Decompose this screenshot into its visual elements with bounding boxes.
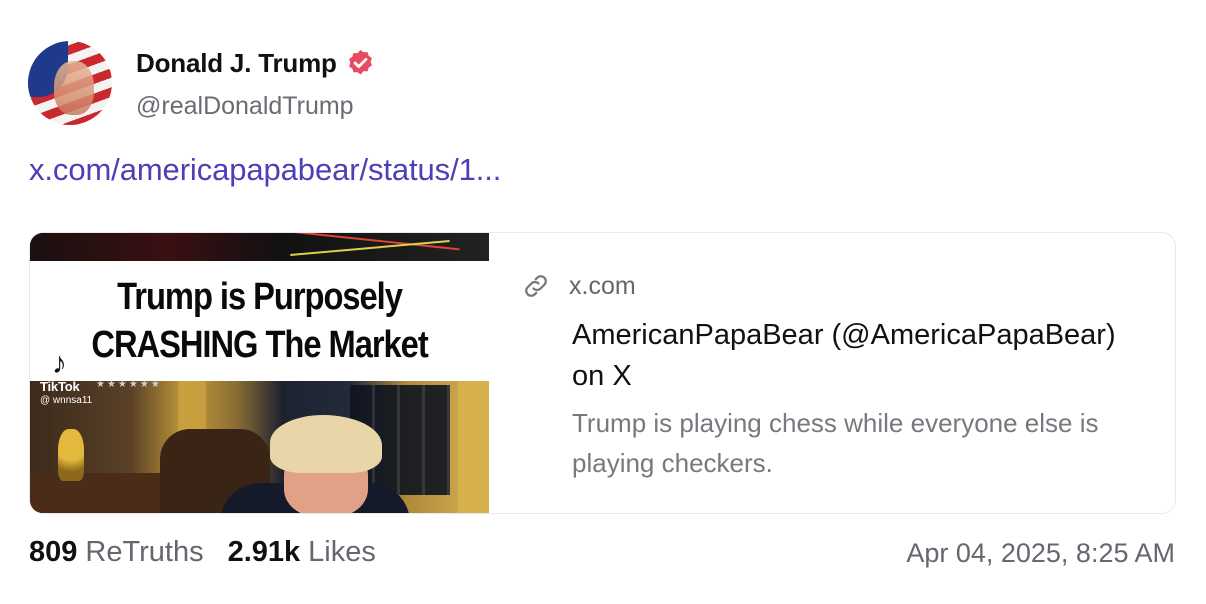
link-preview-title[interactable]: AmericanPapaBear (@AmericaPapaBear) on X: [572, 315, 1132, 397]
tiktok-logo-icon: ♪: [52, 347, 67, 380]
thumbnail-desk: [30, 473, 170, 513]
thumbnail-trophy: [58, 429, 84, 481]
retruths-count: 809: [29, 536, 78, 568]
tiktok-watermark-user: @ wnnsa11: [40, 395, 93, 406]
post-link[interactable]: x.com/americapapabear/status/1...: [29, 152, 501, 188]
thumbnail-headline-line1: Trump is Purposely: [117, 276, 403, 318]
link-preview-thumbnail[interactable]: Trump is Purposely CRASHING The Market ♪…: [30, 233, 489, 513]
link-preview-description: Trump is playing chess while everyone el…: [572, 408, 1099, 478]
retruths-stat[interactable]: 809 ReTruths: [29, 536, 204, 569]
author-avatar[interactable]: [28, 41, 112, 125]
author-display-name[interactable]: Donald J. Trump: [136, 48, 337, 79]
thumbnail-headline-line2: CRASHING The Market: [91, 324, 428, 366]
thumbnail-top-strip: [30, 233, 489, 261]
link-preview-card[interactable]: Trump is Purposely CRASHING The Market ♪…: [29, 232, 1176, 514]
likes-count: 2.91k: [227, 536, 301, 568]
avatar-face: [54, 61, 94, 115]
link-domain-row: x.com: [521, 271, 636, 301]
post-stats: 809 ReTruths 2.91k Likes: [29, 536, 376, 569]
link-domain: x.com: [569, 271, 636, 300]
link-preview-meta: x.com AmericanPapaBear (@AmericaPapaBear…: [521, 233, 1175, 513]
thumbnail-headline: Trump is Purposely CRASHING The Market: [30, 261, 489, 381]
tiktok-watermark-name: TikTok: [40, 379, 80, 394]
thumbnail-stars: ★★★★★★: [96, 379, 162, 390]
author-name-row: Donald J. Trump: [136, 46, 376, 80]
likes-label: Likes: [308, 536, 376, 568]
likes-stat[interactable]: 2.91k Likes: [228, 536, 376, 569]
link-icon: [521, 271, 551, 301]
author-handle[interactable]: @realDonaldTrump: [136, 92, 354, 121]
post-timestamp[interactable]: Apr 04, 2025, 8:25 AM: [906, 538, 1175, 569]
verified-badge-icon: [345, 48, 376, 79]
retruths-label: ReTruths: [85, 536, 204, 568]
truth-social-post: Donald J. Trump @realDonaldTrump x.com/a…: [0, 0, 1206, 604]
